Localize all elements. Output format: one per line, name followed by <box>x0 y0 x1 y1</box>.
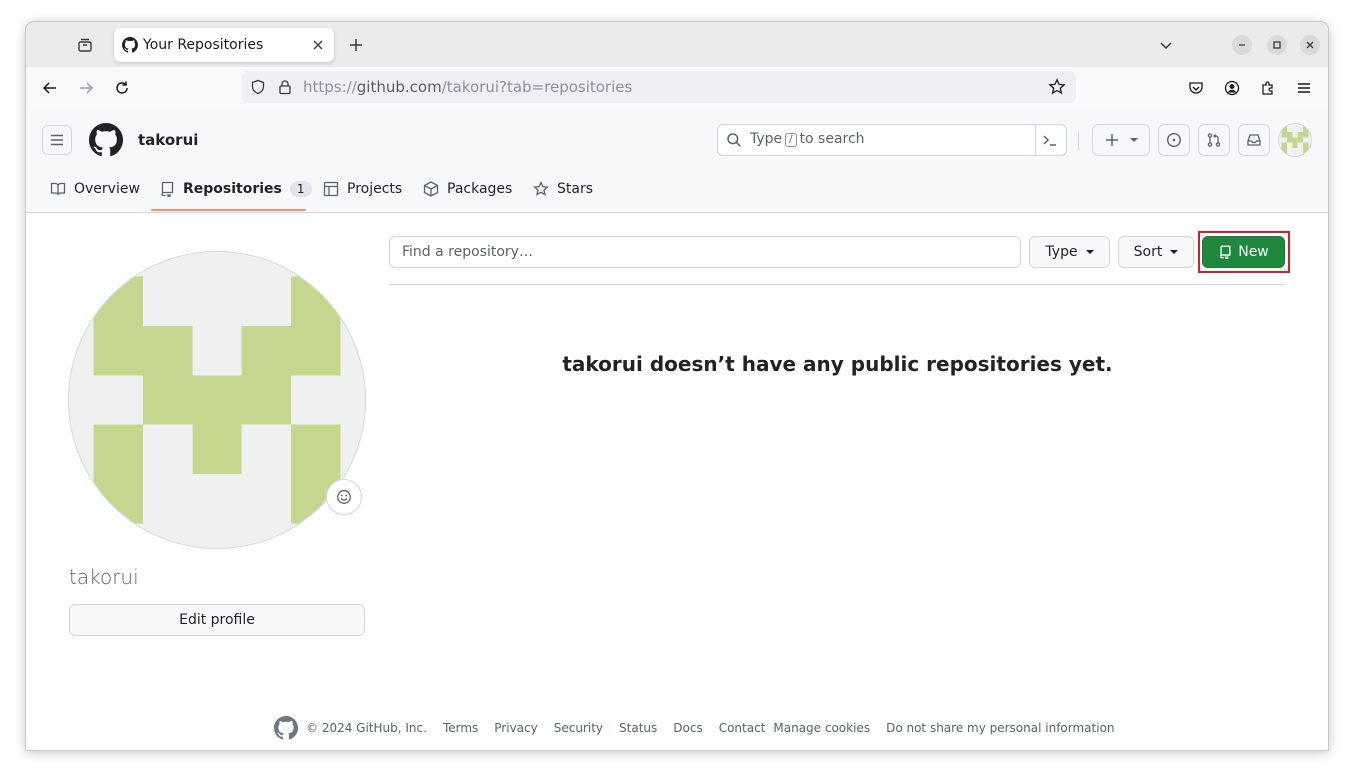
page-footer: © 2024 GitHub, Inc. Terms Privacy Securi… <box>274 716 1131 740</box>
set-status-button[interactable] <box>326 479 362 515</box>
find-repository-input[interactable] <box>389 236 1021 268</box>
pocket-icon[interactable] <box>1183 75 1209 101</box>
new-tab-icon[interactable] <box>344 33 368 57</box>
footer-link-privacy[interactable]: Privacy <box>494 721 537 735</box>
url-prefix: https:// <box>303 78 357 96</box>
url-path: /takorui?tab=repositories <box>441 78 633 96</box>
identicon-avatar-large <box>69 252 365 548</box>
search-input[interactable]: Type / to search <box>717 124 1067 156</box>
repositories-count-badge: 1 <box>289 181 312 197</box>
search-key-hint: / <box>785 133 797 147</box>
repo-icon <box>161 181 174 197</box>
new-repository-button[interactable]: New <box>1202 236 1285 268</box>
footer-link-do-not-share[interactable]: Do not share my personal information <box>886 721 1114 735</box>
url-bar[interactable]: https://github.com/takorui?tab=repositor… <box>242 71 1076 103</box>
github-favicon-icon <box>122 37 138 53</box>
tab-overview-label: Overview <box>74 181 140 197</box>
reload-icon[interactable] <box>109 75 135 101</box>
plus-icon <box>1106 134 1118 146</box>
maximize-icon[interactable] <box>1267 35 1287 55</box>
footer-link-terms[interactable]: Terms <box>443 721 478 735</box>
hamburger-icon <box>51 134 63 146</box>
search-divider <box>1035 125 1036 155</box>
tab-overview[interactable]: Overview <box>50 166 140 212</box>
package-icon <box>423 181 439 197</box>
type-filter-button[interactable]: Type <box>1029 236 1110 268</box>
footer-link-docs[interactable]: Docs <box>673 721 702 735</box>
footer-link-status[interactable]: Status <box>619 721 657 735</box>
issue-icon <box>1166 132 1182 148</box>
inbox-icon <box>1247 134 1261 146</box>
new-repository-label: New <box>1238 244 1269 260</box>
tab-packages[interactable]: Packages <box>423 166 512 212</box>
chevron-down-icon[interactable] <box>1154 33 1178 57</box>
close-window-icon[interactable] <box>1300 35 1320 55</box>
pull-request-icon <box>1207 133 1221 147</box>
tab-repositories[interactable]: Repositories 1 <box>159 166 312 212</box>
browser-window: Your Repositories https://github.com/tak… <box>26 22 1328 750</box>
tab-packages-label: Packages <box>447 181 513 197</box>
pull-requests-button[interactable] <box>1198 124 1230 156</box>
tab-projects[interactable]: Projects <box>323 166 402 212</box>
url-text: https://github.com/takorui?tab=repositor… <box>303 78 632 96</box>
tab-stars-label: Stars <box>557 181 594 197</box>
smiley-icon <box>337 490 351 504</box>
profile-username: takorui <box>69 565 139 589</box>
profile-avatar[interactable] <box>69 252 365 548</box>
footer-link-manage-cookies[interactable]: Manage cookies <box>773 721 870 735</box>
close-tab-icon[interactable] <box>310 37 326 53</box>
search-placeholder: Type / to search <box>750 131 865 147</box>
header-divider <box>1078 132 1079 150</box>
back-arrow-icon[interactable] <box>37 75 63 101</box>
minimize-icon[interactable] <box>1232 35 1252 55</box>
type-filter-label: Type <box>1045 244 1078 260</box>
star-icon <box>533 181 549 196</box>
caret-down-icon <box>1130 138 1138 142</box>
github-header: takorui Type / to search Overview Reposi… <box>26 108 1328 213</box>
footer-link-contact[interactable]: Contact <box>719 721 766 735</box>
tab-title: Your Repositories <box>143 37 264 53</box>
tab-projects-label: Projects <box>347 181 403 197</box>
github-logo-icon[interactable] <box>274 716 298 740</box>
extensions-icon[interactable] <box>1255 75 1281 101</box>
book-icon <box>50 182 66 196</box>
active-tab-underline <box>151 209 306 211</box>
lock-icon[interactable] <box>277 79 293 99</box>
repo-icon <box>1220 245 1231 259</box>
github-logo-icon[interactable] <box>89 123 123 157</box>
bookmark-star-icon[interactable] <box>1048 78 1066 100</box>
app-menu-icon[interactable] <box>1291 75 1317 101</box>
shield-icon[interactable] <box>250 79 266 99</box>
caret-down-icon <box>1170 250 1179 254</box>
search-icon <box>726 132 742 152</box>
footer-copyright: © 2024 GitHub, Inc. <box>306 721 427 735</box>
identicon-avatar <box>1279 124 1311 156</box>
search-prefix: Type <box>750 131 783 147</box>
table-icon <box>323 181 339 197</box>
forward-arrow-icon[interactable] <box>73 75 99 101</box>
caret-down-icon <box>1085 250 1094 254</box>
search-suffix: to search <box>799 131 865 147</box>
tab-repositories-label: Repositories <box>183 181 282 197</box>
url-host: github.com <box>356 78 442 96</box>
sort-label: Sort <box>1133 244 1163 260</box>
footer-link-security[interactable]: Security <box>554 721 603 735</box>
command-palette-icon[interactable] <box>1042 132 1058 152</box>
navigation-bar: https://github.com/takorui?tab=repositor… <box>26 67 1328 109</box>
repo-list-divider <box>389 284 1286 285</box>
edit-profile-button[interactable]: Edit profile <box>69 604 365 636</box>
tab-strip: Your Repositories <box>26 22 1328 67</box>
create-new-button[interactable] <box>1092 124 1150 156</box>
tab-list-icon[interactable] <box>73 33 97 57</box>
account-icon[interactable] <box>1219 75 1245 101</box>
sort-button[interactable]: Sort <box>1118 236 1194 268</box>
hamburger-menu-button[interactable] <box>42 125 72 155</box>
tab-stars[interactable]: Stars <box>533 166 593 212</box>
inbox-button[interactable] <box>1238 124 1270 156</box>
header-avatar[interactable] <box>1279 124 1311 156</box>
issues-button[interactable] <box>1158 124 1190 156</box>
browser-tab[interactable]: Your Repositories <box>114 28 334 62</box>
empty-repositories-message: takorui doesn’t have any public reposito… <box>562 352 1113 376</box>
header-username[interactable]: takorui <box>138 131 198 149</box>
